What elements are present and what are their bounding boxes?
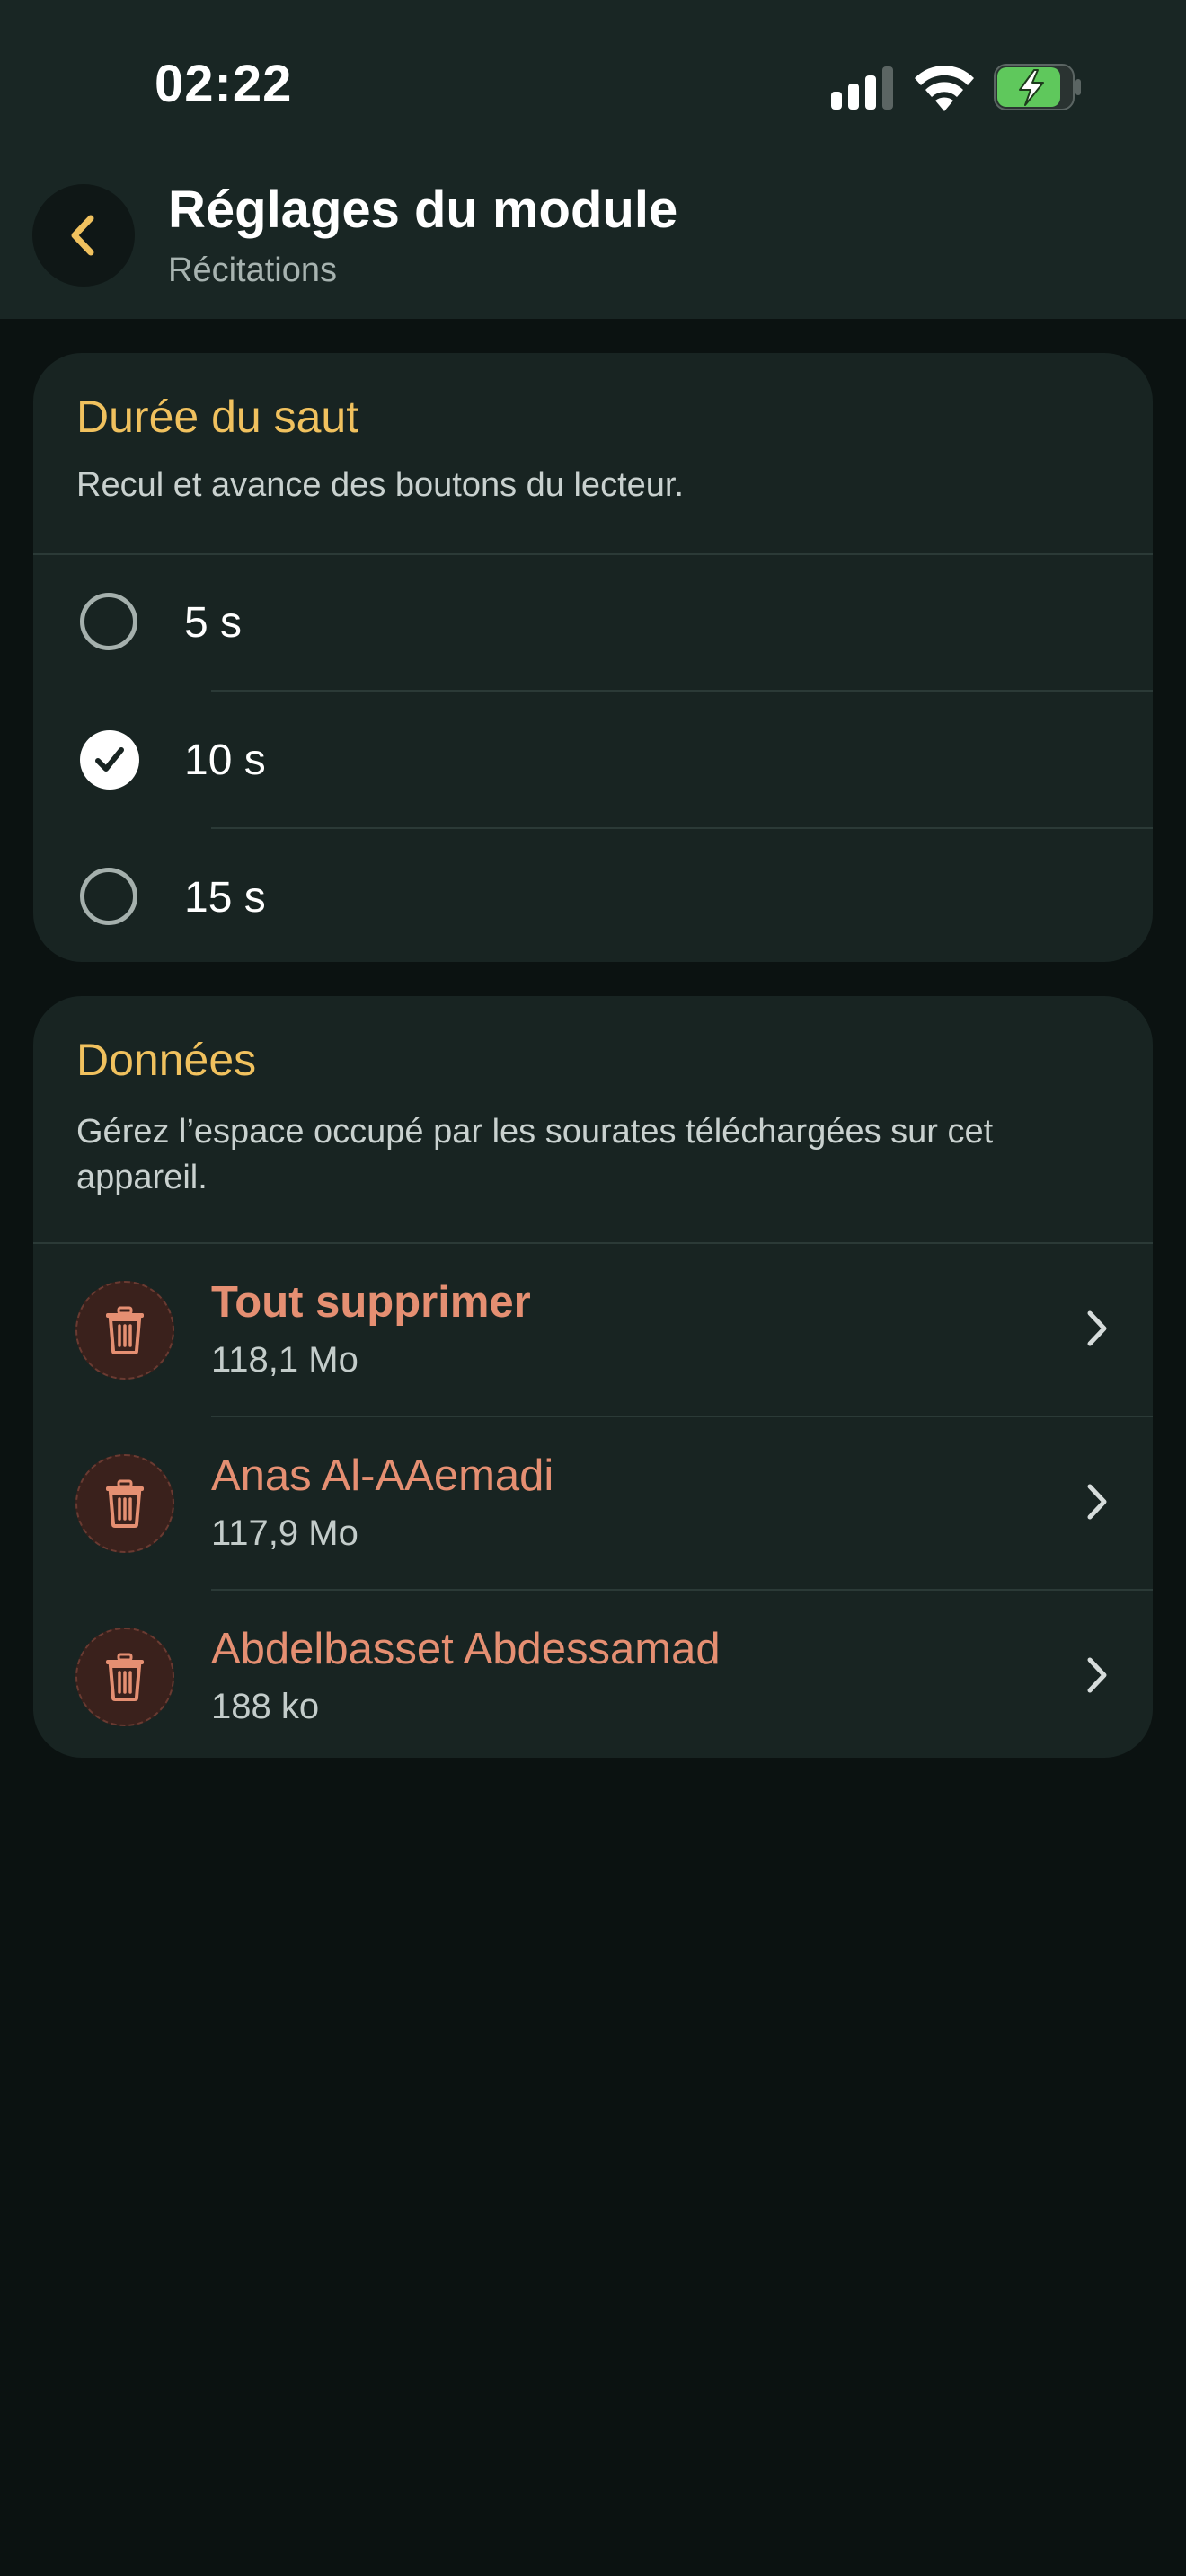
chevron-right-icon <box>1087 1310 1107 1346</box>
skip-duration-title: Durée du saut <box>76 392 359 442</box>
radio-option-5s[interactable]: 5 s <box>33 553 1153 690</box>
storage-size: 118,1 Mo <box>211 1340 358 1380</box>
page-title: Réglages du module <box>168 181 678 239</box>
radio-checked-icon <box>80 730 139 790</box>
trash-icon <box>75 1281 174 1380</box>
trash-icon <box>75 1454 174 1553</box>
data-card: Données Gérez l’espace occupé par les so… <box>33 996 1153 1758</box>
radio-option-label: 10 s <box>184 737 266 784</box>
header: 02:22 Réglages du module Récitations <box>0 0 1186 319</box>
cellular-signal-icon <box>831 66 893 110</box>
skip-duration-description: Recul et avance des boutons du lecteur. <box>76 466 685 504</box>
radio-option-label: 5 s <box>184 599 243 647</box>
trash-icon <box>75 1628 174 1726</box>
storage-size: 188 ko <box>211 1687 320 1726</box>
wifi-icon <box>915 66 974 111</box>
data-section-title: Données <box>76 1035 257 1085</box>
storage-size: 117,9 Mo <box>211 1513 358 1553</box>
radio-unchecked-icon <box>80 868 137 925</box>
data-section-description: Gérez l’espace occupé par les sourates t… <box>76 1113 994 1196</box>
reciter-storage-row[interactable]: Anas Al-AAemadi 117,9 Mo <box>33 1416 1153 1589</box>
chevron-left-icon <box>71 215 94 256</box>
reciter-name: Anas Al-AAemadi <box>211 1451 554 1500</box>
delete-all-row[interactable]: Tout supprimer 118,1 Mo <box>33 1243 1153 1416</box>
radio-unchecked-icon <box>80 593 137 650</box>
chevron-right-icon <box>1087 1657 1107 1693</box>
radio-option-label: 15 s <box>184 874 266 922</box>
radio-option-10s[interactable]: 10 s <box>33 691 1153 827</box>
status-bar: 02:22 <box>0 0 1186 171</box>
back-button[interactable] <box>32 184 135 287</box>
reciter-name: Abdelbasset Abdessamad <box>211 1625 721 1673</box>
reciter-storage-row[interactable]: Abdelbasset Abdessamad 188 ko <box>33 1590 1153 1758</box>
checkmark-icon <box>95 747 124 772</box>
delete-all-label: Tout supprimer <box>211 1278 531 1327</box>
page-subtitle: Récitations <box>168 251 337 289</box>
skip-duration-card: Durée du saut Recul et avance des bouton… <box>33 353 1153 962</box>
battery-charging-icon <box>994 64 1081 110</box>
status-time: 02:22 <box>155 55 293 113</box>
radio-option-15s[interactable]: 15 s <box>33 828 1153 962</box>
chevron-right-icon <box>1087 1484 1107 1520</box>
